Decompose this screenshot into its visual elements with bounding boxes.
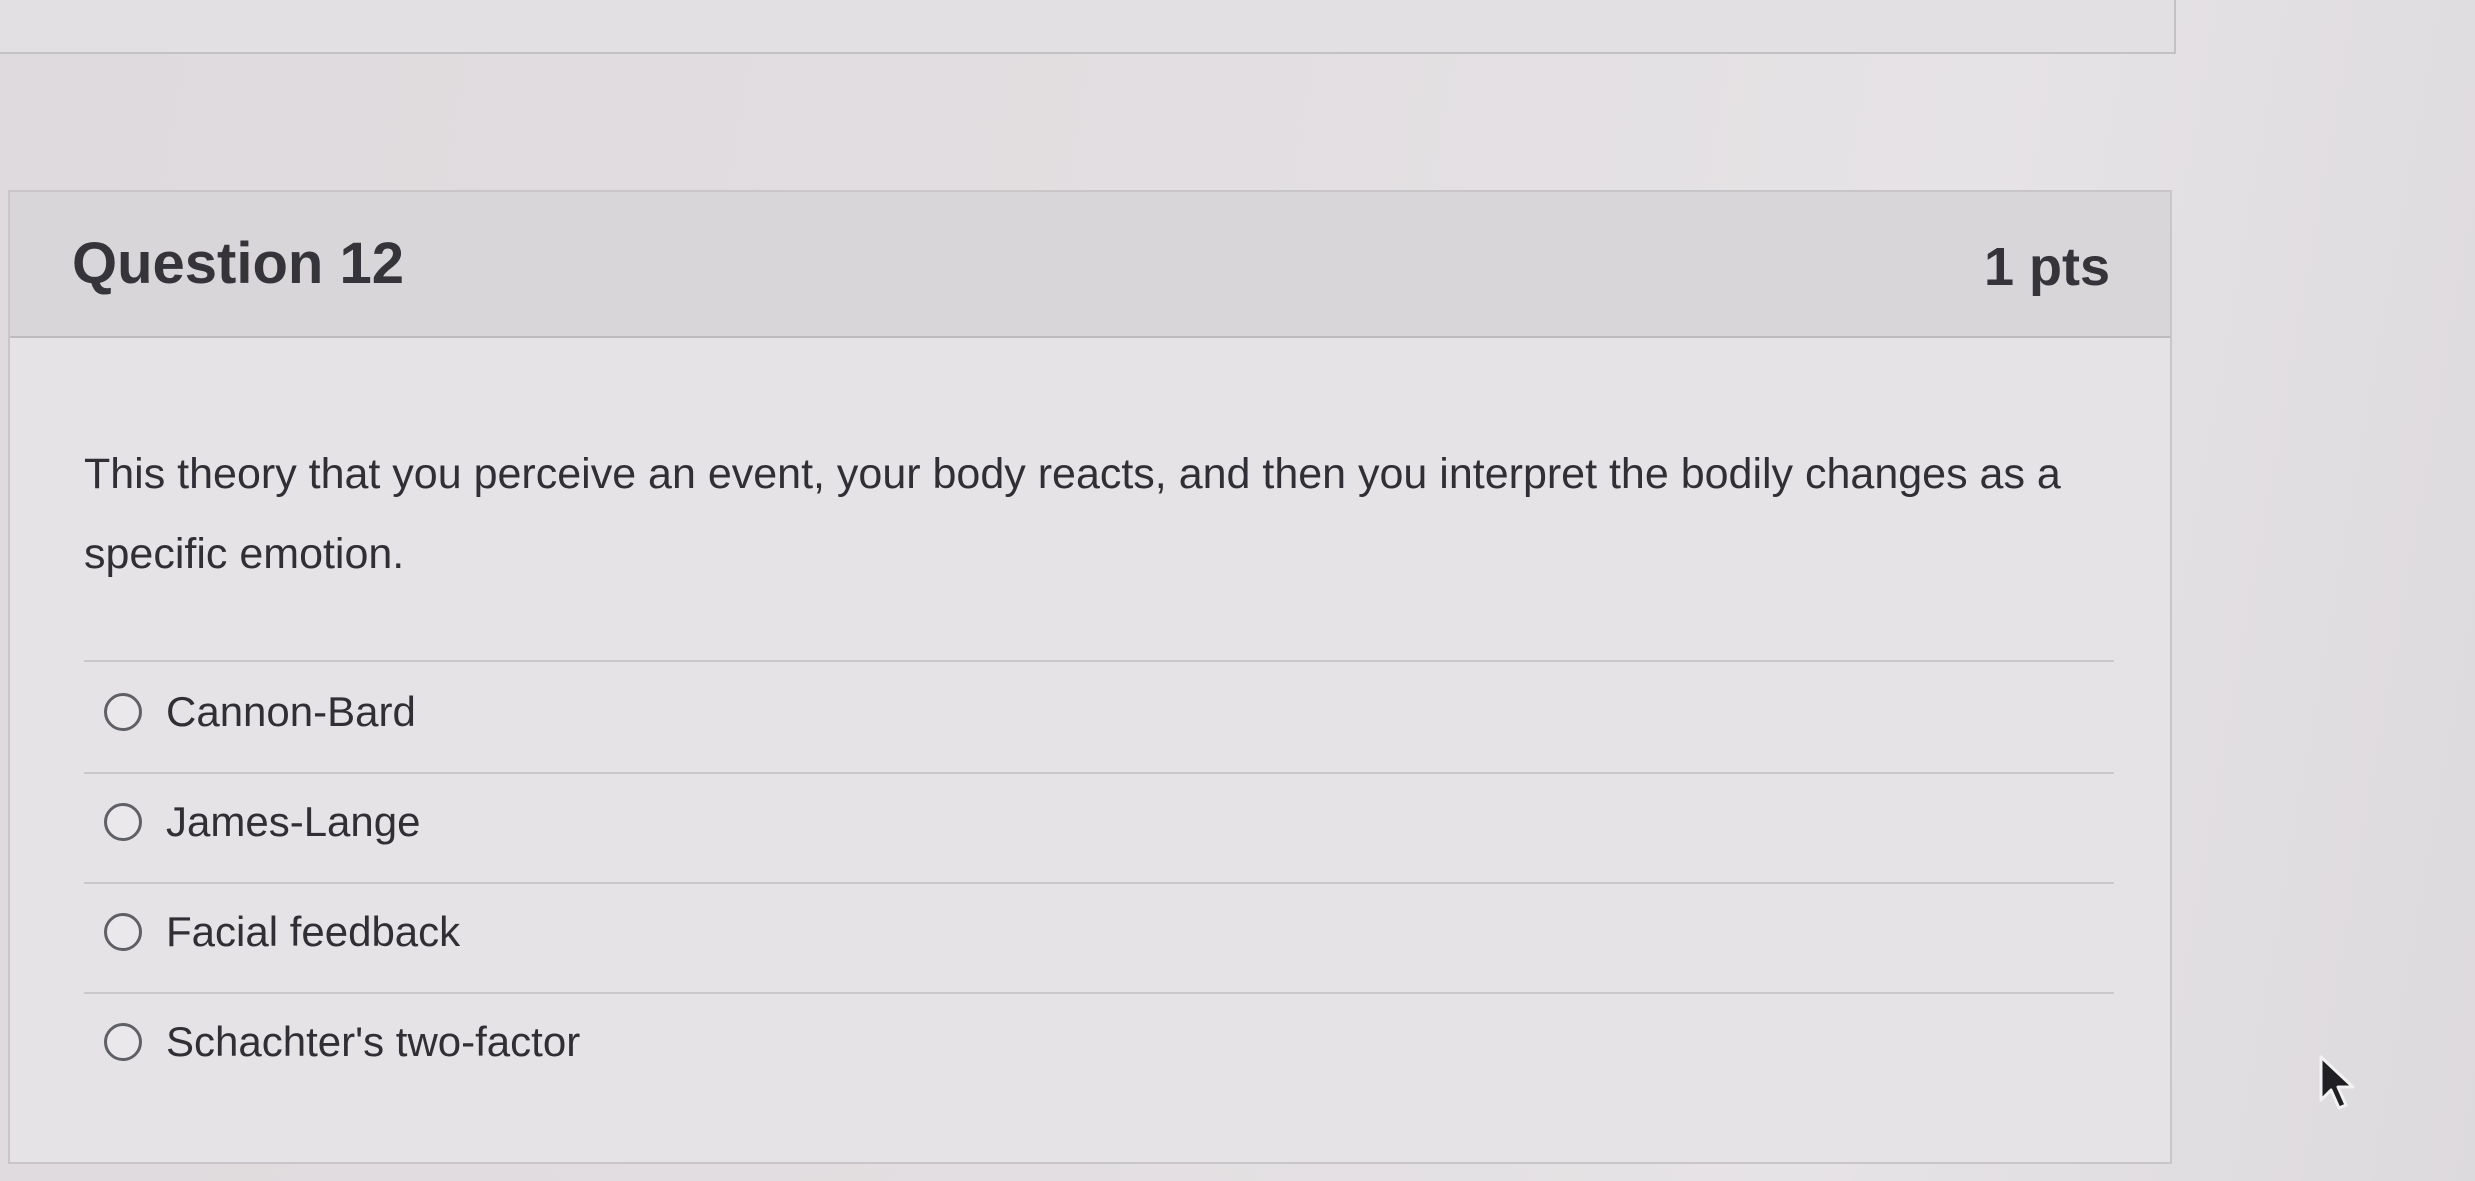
question-card: Question 12 1 pts This theory that you p… — [8, 190, 2172, 1164]
answer-option-james-lange[interactable]: James-Lange — [104, 792, 420, 852]
answer-label: Schachter's two-factor — [166, 1018, 581, 1065]
mouse-pointer-icon — [2318, 1054, 2358, 1117]
answer-divider — [84, 772, 2114, 774]
radio-unselected-icon[interactable] — [104, 693, 142, 731]
question-points: 1 pts — [1983, 237, 2110, 297]
question-title: Question 12 — [72, 231, 404, 296]
answer-label: Facial feedback — [166, 908, 461, 955]
question-header: Question 12 1 pts — [10, 192, 2170, 338]
question-text: This theory that you perceive an event, … — [84, 450, 2061, 578]
answer-option-cannon-bard[interactable]: Cannon-Bard — [104, 682, 416, 742]
answer-divider — [84, 992, 2114, 994]
answer-option-facial-feedback[interactable]: Facial feedback — [104, 902, 460, 962]
answer-label: James-Lange — [166, 798, 421, 845]
answer-option-schachter-two-factor[interactable]: Schachter's two-factor — [104, 1012, 580, 1072]
answer-label: Cannon-Bard — [166, 688, 416, 735]
previous-question-card — [0, 0, 2176, 54]
radio-unselected-icon[interactable] — [104, 803, 142, 841]
answers-top-divider — [84, 660, 2114, 662]
radio-unselected-icon[interactable] — [104, 913, 142, 951]
radio-unselected-icon[interactable] — [104, 1023, 142, 1061]
answer-divider — [84, 882, 2114, 884]
